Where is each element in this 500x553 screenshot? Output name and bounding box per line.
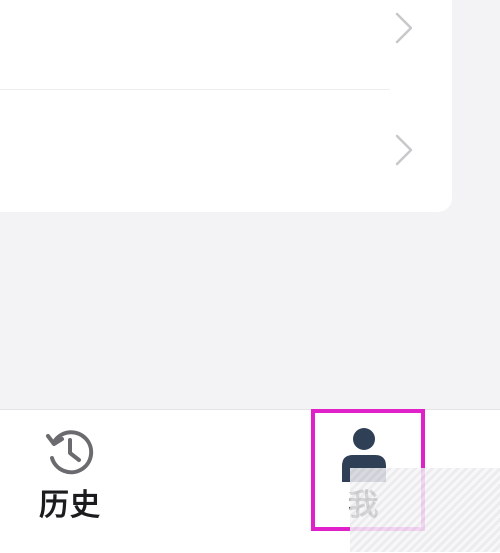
chevron-right-icon — [395, 12, 413, 44]
settings-row[interactable] — [0, 90, 452, 212]
history-icon — [46, 430, 94, 475]
settings-card — [0, 0, 452, 212]
tab-history-label: 历史 — [39, 488, 101, 523]
settings-row[interactable] — [0, 0, 452, 90]
watermark — [350, 468, 500, 552]
tab-history[interactable]: 历史 — [10, 410, 130, 553]
chevron-right-icon — [395, 134, 413, 166]
